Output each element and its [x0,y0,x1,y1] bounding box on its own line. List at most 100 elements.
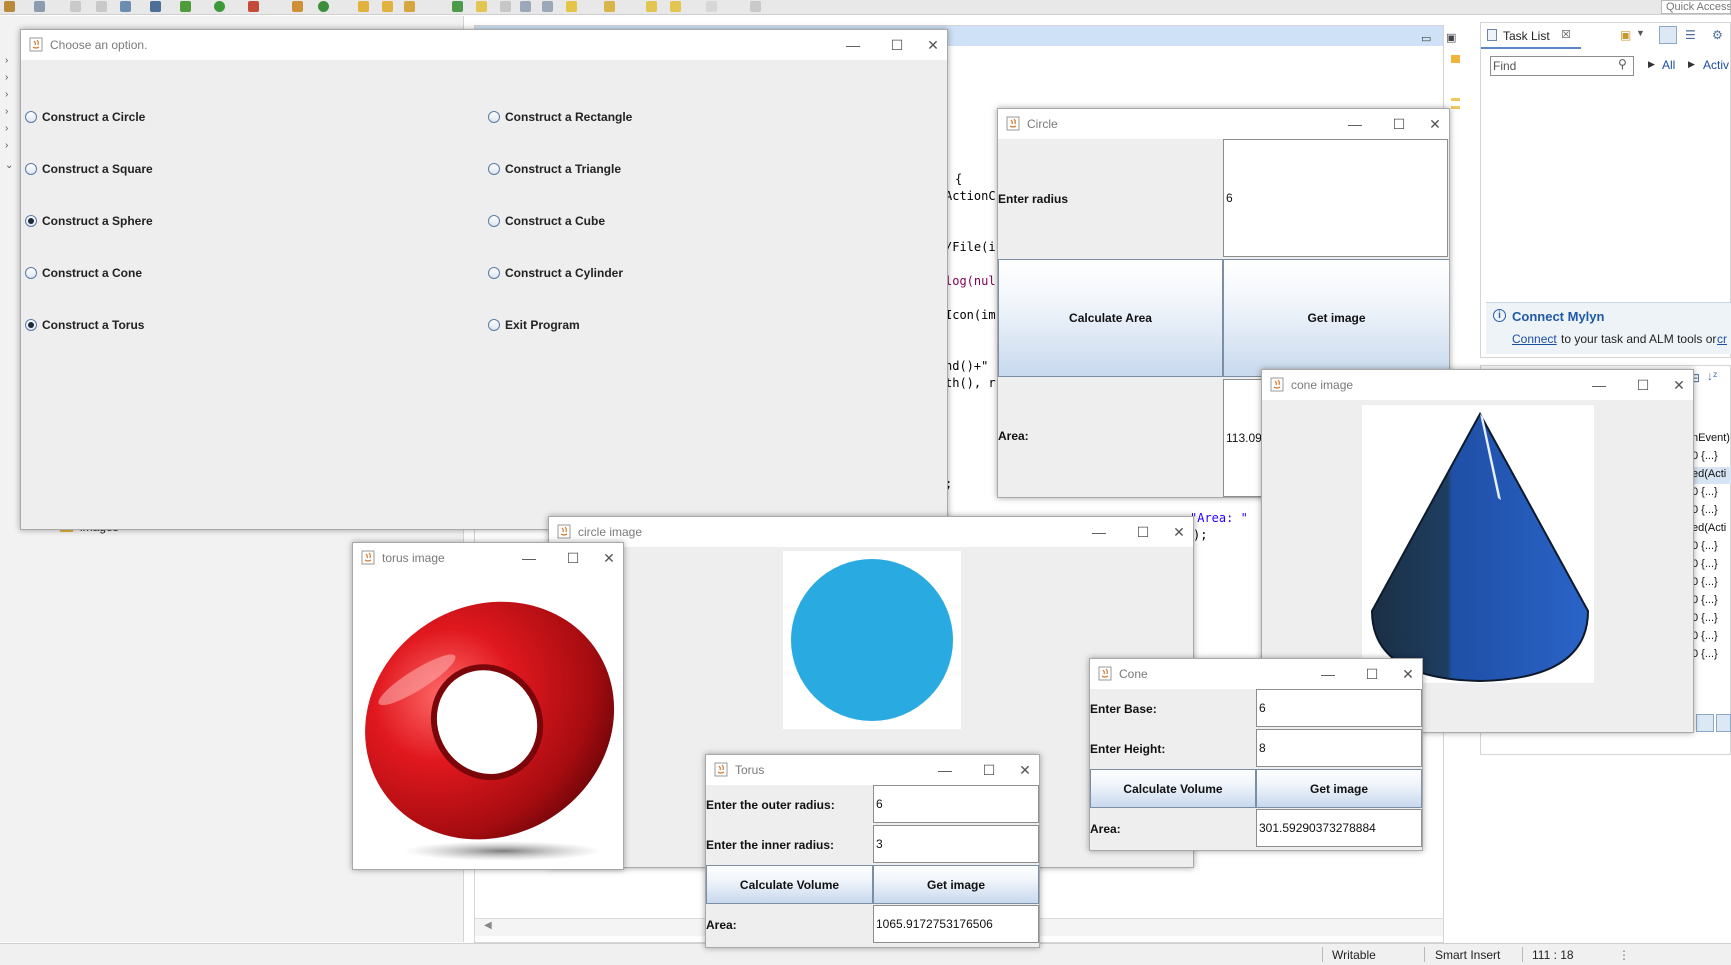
toolbar-icon[interactable] [476,1,487,12]
outline-item[interactable]: 0 {...} [1692,612,1718,624]
tree-expand-icon[interactable]: › [5,106,8,117]
option-circle[interactable]: Construct a Circle [25,110,145,124]
toolbar-icon[interactable] [542,1,553,12]
window-title-bar[interactable]: circle image — ☐ ✕ [549,517,1193,547]
radio-icon[interactable] [25,267,37,279]
outline-item[interactable]: 0 {...} [1692,576,1718,588]
toolbar-icon[interactable] [318,1,329,12]
minimize-icon[interactable]: — [843,35,863,55]
tab-task-list[interactable]: Task List ☒ [1481,23,1581,49]
toolbar-icon[interactable] [604,1,615,12]
maximize-icon[interactable]: ☐ [887,35,907,55]
window-title-bar[interactable]: Torus — ☐ ✕ [706,755,1039,785]
toolbar-icon[interactable] [452,1,463,12]
tree-collapse-icon[interactable]: ⌄ [5,160,13,171]
outline-item[interactable]: 0 {...} [1692,486,1718,498]
filter-active-link[interactable]: Activ [1703,58,1729,72]
outline-item[interactable]: 0 {...} [1692,504,1718,516]
window-title-bar[interactable]: Circle — ☐ ✕ [998,109,1449,139]
open-folder-icon[interactable] [358,1,369,12]
filter-all-link[interactable]: All [1662,58,1675,72]
option-cube[interactable]: Construct a Cube [488,214,605,228]
outer-radius-input[interactable]: 6 [873,785,1039,823]
option-torus[interactable]: Construct a Torus [25,318,144,332]
toolbar-icon[interactable] [292,1,303,12]
maximize-icon[interactable]: ☐ [1133,522,1153,542]
radio-icon[interactable] [25,163,37,175]
toolbar-icon[interactable] [500,1,511,12]
forward-icon[interactable] [670,1,681,12]
calculate-volume-button[interactable]: Calculate Volume [706,865,873,904]
maximize-icon[interactable]: ☐ [563,548,583,568]
back-icon[interactable] [646,1,657,12]
toolbar-icon[interactable] [120,1,131,12]
option-cone[interactable]: Construct a Cone [25,266,142,280]
minimize-icon[interactable]: — [1589,375,1609,395]
option-square[interactable]: Construct a Square [25,162,153,176]
close-icon[interactable]: ✕ [1398,664,1418,684]
mylyn-create-link[interactable]: cr [1717,332,1727,346]
tree-expand-icon[interactable]: › [5,55,8,66]
radio-icon[interactable] [25,215,37,227]
tree-expand-icon[interactable]: › [5,140,8,151]
get-image-button[interactable]: Get image [1256,769,1422,808]
maximize-icon[interactable]: ☐ [1633,375,1653,395]
toolbar-icon[interactable] [750,1,761,12]
option-exit[interactable]: Exit Program [488,318,580,332]
outline-item[interactable]: 0 {...} [1692,648,1718,660]
radio-icon[interactable] [488,215,500,227]
radio-icon[interactable] [488,319,500,331]
sort-icon[interactable]: ↓ᶻ [1707,369,1717,383]
console-icon[interactable] [1696,714,1714,732]
scroll-left-icon[interactable]: ◀ [484,920,492,931]
outline-item[interactable]: 0 {...} [1692,594,1718,606]
minimize-icon[interactable]: — [1345,114,1365,134]
radio-icon[interactable] [488,267,500,279]
option-triangle[interactable]: Construct a Triangle [488,162,621,176]
maximize-icon[interactable]: ☐ [979,760,999,780]
minimize-icon[interactable]: — [935,760,955,780]
radio-icon[interactable] [25,111,37,123]
maximize-view-icon[interactable]: ▣ [1446,31,1456,44]
lightbulb-icon[interactable] [566,1,577,12]
window-title-bar[interactable]: cone image — ☐ ✕ [1262,370,1693,400]
open-folder-icon[interactable] [382,1,393,12]
dropdown-arrow-icon[interactable]: ▼ [1636,28,1645,38]
focus-icon[interactable]: ⚙ [1712,28,1723,42]
pin-icon[interactable] [1716,714,1731,732]
minimize-icon[interactable]: — [519,548,539,568]
status-menu-icon[interactable]: ⋮ [1618,948,1630,962]
radio-checked-icon[interactable] [25,319,37,331]
maximize-icon[interactable]: ☐ [1362,664,1382,684]
toolbar-icon[interactable] [4,1,15,12]
close-icon[interactable]: ✕ [1015,760,1035,780]
close-icon[interactable]: ✕ [1169,522,1189,542]
toolbar-icon[interactable] [150,1,161,12]
outline-item[interactable]: 0 {...} [1692,558,1718,570]
toolbar-icon[interactable] [404,1,415,12]
quick-access-input[interactable]: Quick Access [1661,0,1731,14]
tree-expand-icon[interactable]: › [5,123,8,134]
toolbar-icon[interactable] [34,1,45,12]
minimize-icon[interactable]: — [1318,664,1338,684]
toolbar-icon[interactable] [706,1,717,12]
window-title-bar[interactable]: Choose an option. — ☐ ✕ [21,30,947,60]
option-rectangle[interactable]: Construct a Rectangle [488,110,632,124]
option-sphere[interactable]: Construct a Sphere [25,214,153,228]
debug-icon[interactable] [180,1,191,12]
toolbar-icon[interactable] [520,1,531,12]
window-title-bar[interactable]: torus image — ☐ ✕ [353,543,623,573]
close-icon[interactable]: ✕ [1425,114,1445,134]
radio-icon[interactable] [488,111,500,123]
option-cylinder[interactable]: Construct a Cylinder [488,266,623,280]
tree-expand-icon[interactable]: › [5,89,8,100]
minimize-view-icon[interactable]: ▭ [1421,32,1431,45]
calculate-area-button[interactable]: Calculate Area [998,259,1223,377]
get-image-button[interactable]: Get image [1223,259,1449,377]
maximize-icon[interactable]: ☐ [1389,114,1409,134]
new-task-icon[interactable]: ▣ [1620,28,1631,42]
outline-item[interactable]: ed(Acti [1692,468,1726,480]
height-input[interactable]: 8 [1256,729,1422,767]
outline-item[interactable]: 0 {...} [1692,450,1718,462]
toolbar-icon[interactable] [70,1,81,12]
